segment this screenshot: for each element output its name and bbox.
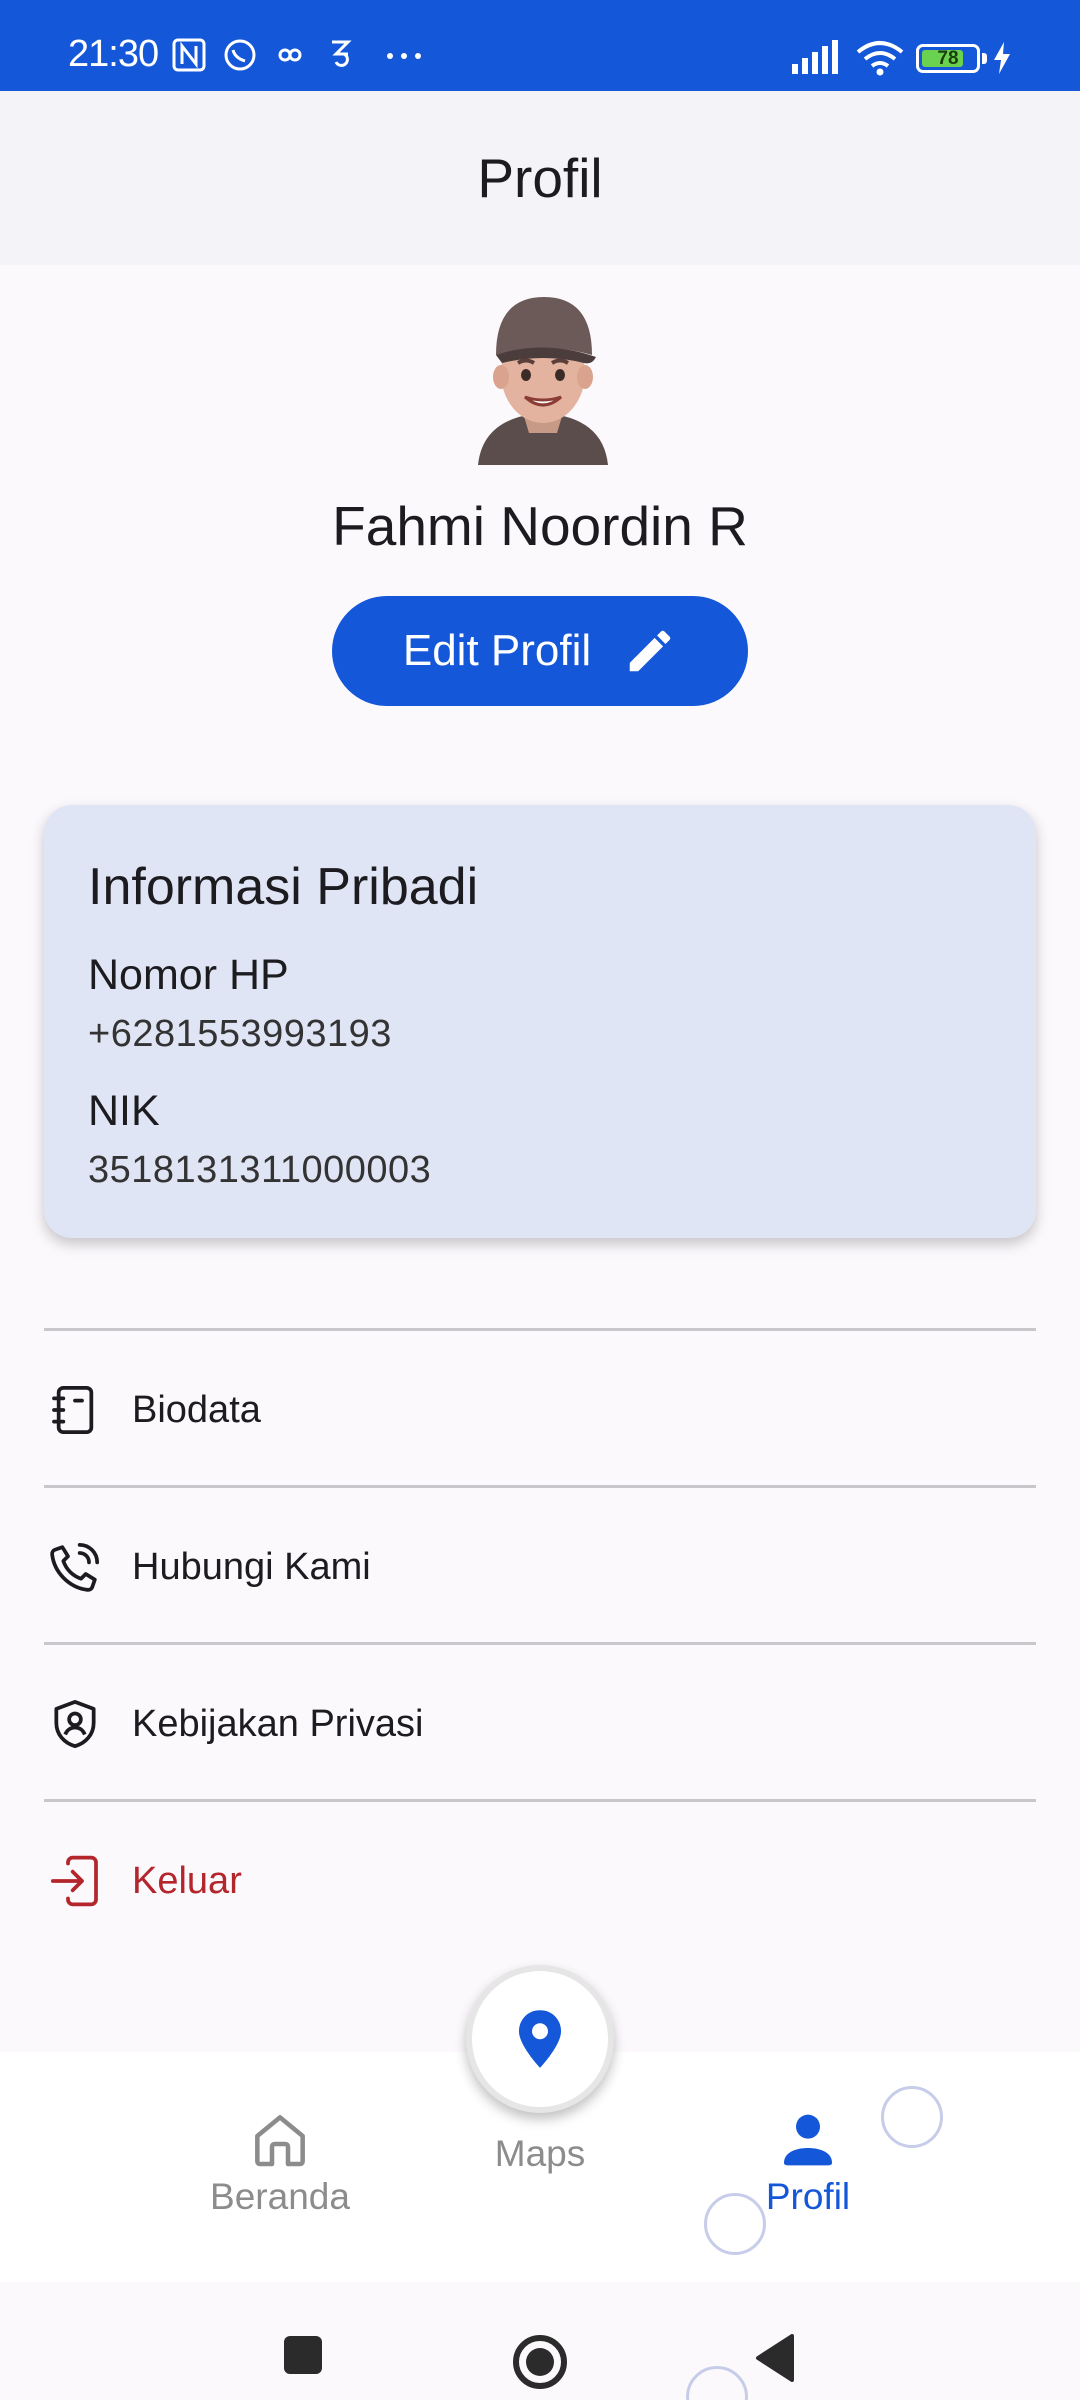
- profile-avatar: [478, 297, 608, 465]
- nav-label-beranda: Beranda: [210, 2176, 350, 2217]
- page-title: Profil: [477, 147, 603, 209]
- menu-item-privacy[interactable]: Kebijakan Privasi: [44, 1649, 1036, 1799]
- system-navigation-bar: [0, 2282, 1080, 2400]
- nav-item-beranda[interactable]: Beranda: [150, 2052, 410, 2282]
- divider: [44, 1642, 1036, 1645]
- home-icon: [255, 2115, 305, 2167]
- pencil-icon: [629, 630, 671, 672]
- touch-indicator: [686, 2366, 748, 2400]
- notebook-icon: [44, 1379, 106, 1441]
- divider: [44, 1799, 1036, 1802]
- edit-profile-button[interactable]: Edit Profil: [332, 596, 748, 706]
- logout-icon: [44, 1850, 106, 1912]
- status-bar: 21:30 78: [0, 0, 1080, 91]
- back-icon[interactable]: [754, 2334, 796, 2382]
- charging-icon: [994, 42, 1010, 74]
- personal-info-card: Informasi Pribadi Nomor HP +628155399319…: [44, 805, 1036, 1238]
- profile-name: Fahmi Noordin R: [332, 495, 748, 557]
- person-icon: [784, 2114, 832, 2166]
- nik-label: NIK: [88, 1087, 160, 1135]
- home-button-icon[interactable]: [510, 2332, 570, 2392]
- divider: [44, 1328, 1036, 1331]
- nav-label-profil: Profil: [765, 2176, 851, 2217]
- phone-call-icon: [44, 1536, 106, 1598]
- menu-item-contact[interactable]: Hubungi Kami: [44, 1492, 1036, 1642]
- menu-item-biodata[interactable]: Biodata: [44, 1335, 1036, 1485]
- divider: [44, 1485, 1036, 1488]
- touch-indicator: [881, 2086, 943, 2148]
- menu-label-privacy: Kebijakan Privasi: [132, 1702, 424, 1745]
- status-time: 21:30: [68, 33, 159, 75]
- wifi-icon: [856, 41, 904, 76]
- recents-icon[interactable]: [282, 2334, 324, 2376]
- card-title: Informasi Pribadi: [88, 858, 479, 916]
- location-pin-icon: [518, 2010, 562, 2068]
- touch-indicator: [704, 2193, 766, 2255]
- menu-label-logout: Keluar: [132, 1859, 242, 1902]
- nav-label-maps[interactable]: Maps: [466, 2133, 614, 2175]
- nik-value: 3518131311000003: [88, 1149, 432, 1191]
- phone-value: +6281553993193: [88, 1013, 392, 1055]
- menu-item-logout[interactable]: Keluar: [44, 1806, 1036, 1956]
- battery-level-text: 78: [937, 48, 959, 69]
- signal-icon: [792, 40, 838, 74]
- notification-icons: [172, 38, 421, 72]
- phone-label: Nomor HP: [88, 951, 289, 999]
- maps-fab-button[interactable]: [466, 1965, 614, 2113]
- battery-indicator: 78: [916, 44, 980, 73]
- battery-nub: [982, 53, 987, 64]
- edit-profile-label: Edit Profil: [402, 626, 592, 675]
- menu-label-contact: Hubungi Kami: [132, 1545, 371, 1588]
- app-bar: Profil: [0, 91, 1080, 265]
- shield-user-icon: [44, 1693, 106, 1755]
- menu-label-biodata: Biodata: [132, 1388, 261, 1431]
